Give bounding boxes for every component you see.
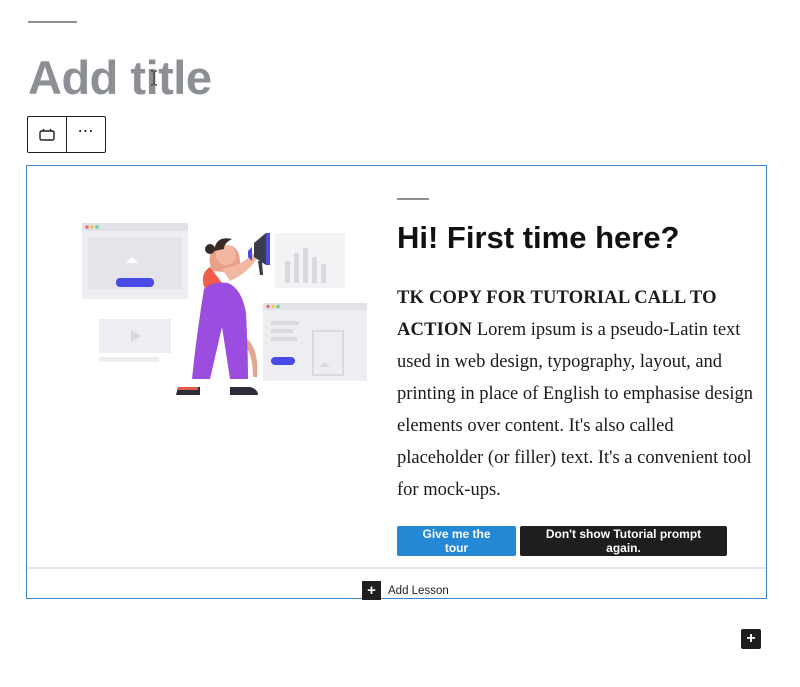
block-toolbar: ⋯ bbox=[27, 116, 106, 153]
give-tour-button[interactable]: Give me the tour bbox=[397, 526, 516, 556]
block-type-icon bbox=[39, 129, 55, 141]
block-inserter-button[interactable]: + bbox=[741, 629, 761, 649]
tutorial-body-text: Lorem ipsum is a pseudo-Latin text used … bbox=[397, 320, 754, 500]
more-options-icon: ⋯ bbox=[77, 122, 95, 140]
text-cursor-icon bbox=[151, 70, 157, 86]
plus-icon: + bbox=[362, 581, 381, 600]
tutorial-actions: Give me the tour Don't show Tutorial pro… bbox=[397, 526, 727, 556]
tutorial-content: Hi! First time here? TK COPY FOR TUTORIA… bbox=[397, 198, 757, 506]
plus-icon: + bbox=[746, 630, 756, 647]
block-type-button[interactable] bbox=[28, 117, 66, 152]
heading-separator bbox=[397, 198, 429, 200]
block-divider bbox=[27, 567, 766, 569]
title-separator bbox=[28, 21, 77, 23]
more-options-button[interactable]: ⋯ bbox=[66, 117, 105, 152]
page-title[interactable]: Add title bbox=[28, 48, 212, 108]
tutorial-body: TK COPY FOR TUTORIAL CALL TO ACTION Lore… bbox=[397, 282, 757, 506]
dismiss-tutorial-button[interactable]: Don't show Tutorial prompt again. bbox=[520, 526, 727, 556]
add-lesson-button[interactable]: + Add Lesson bbox=[362, 581, 449, 600]
tutorial-block[interactable]: Hi! First time here? TK COPY FOR TUTORIA… bbox=[26, 165, 767, 600]
add-lesson-label: Add Lesson bbox=[388, 584, 449, 597]
megaphone-illustration bbox=[82, 223, 367, 395]
tutorial-heading: Hi! First time here? bbox=[397, 220, 680, 255]
